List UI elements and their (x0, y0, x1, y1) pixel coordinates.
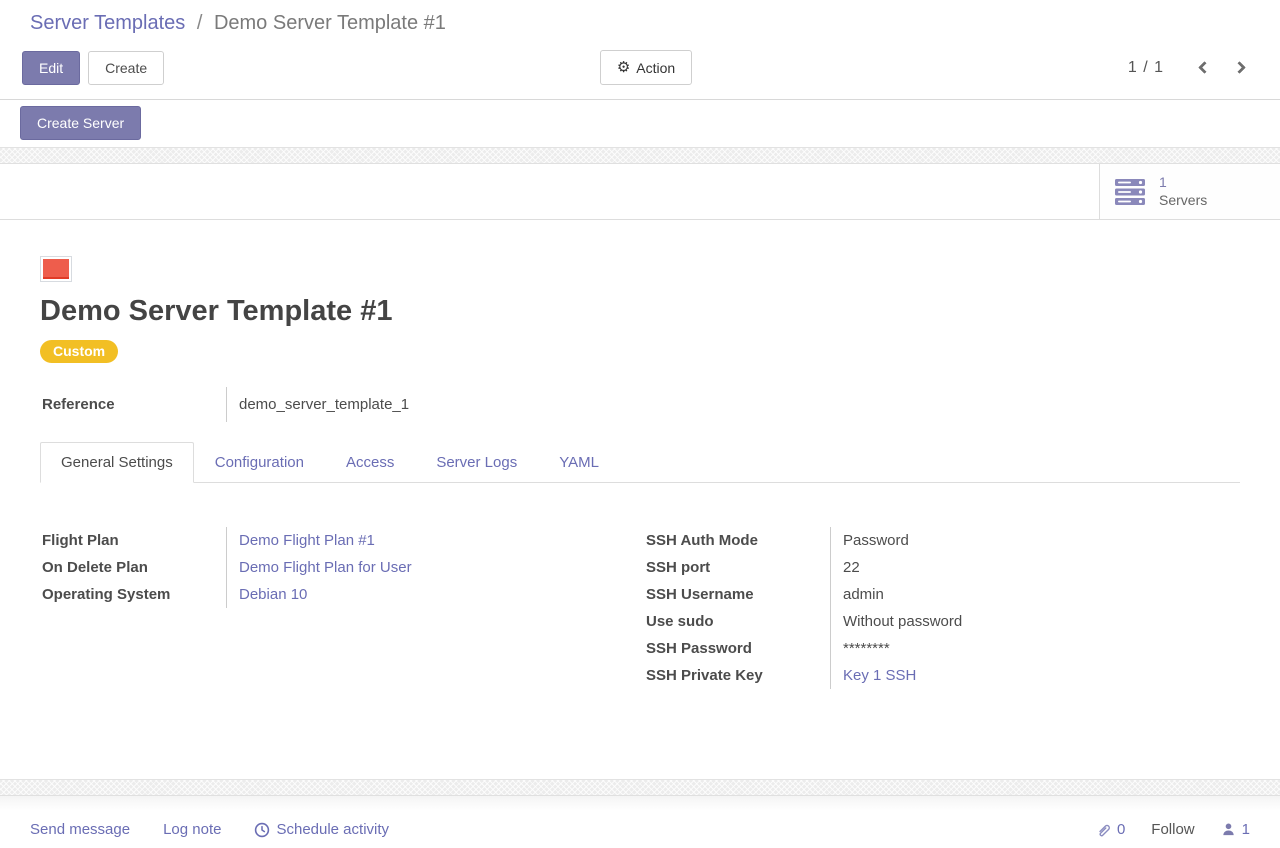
servers-label: Servers (1159, 192, 1207, 210)
ssh-password-value: ******** (830, 635, 1240, 662)
pager: 1 / 1 (1128, 54, 1250, 81)
ssh-auth-mode-value: Password (830, 527, 1240, 554)
sheet-body: Demo Server Template #1 Custom Reference… (0, 256, 1280, 689)
send-message-button[interactable]: Send message (30, 821, 130, 838)
ssh-private-key-label: SSH Private Key (644, 662, 830, 689)
form-sheet: 1 Servers Demo Server Template #1 Custom… (0, 164, 1280, 779)
hatched-divider-top (0, 147, 1280, 164)
paperclip-icon (1096, 822, 1111, 838)
ssh-password-label: SSH Password (644, 635, 830, 662)
pager-next-button[interactable] (1229, 54, 1250, 81)
pager-previous-button[interactable] (1194, 54, 1215, 81)
flight-plan-label: Flight Plan (40, 527, 226, 554)
breadcrumb-current: Demo Server Template #1 (214, 12, 446, 34)
chatter-meta: 0 Follow 1 (1096, 821, 1250, 838)
tab-access[interactable]: Access (325, 442, 415, 482)
clock-icon (254, 822, 270, 838)
gear-icon: ⚙ (617, 60, 630, 75)
stat-button-row: 1 Servers (0, 164, 1280, 220)
followers-count: 1 (1242, 821, 1250, 838)
operating-system-value: Debian 10 (226, 581, 640, 608)
ssh-private-key-value: Key 1 SSH (830, 662, 1240, 689)
reference-field-group: Reference demo_server_template_1 (40, 387, 600, 422)
breadcrumb: Server Templates / Demo Server Template … (0, 12, 1280, 35)
chevron-right-icon (1233, 61, 1246, 74)
ssh-auth-mode-label: SSH Auth Mode (644, 527, 830, 554)
general-settings-panel: Flight Plan Demo Flight Plan #1 On Delet… (40, 527, 1240, 689)
toolbar: Edit Create ⚙ Action 1 / 1 (0, 50, 1280, 99)
reference-value: demo_server_template_1 (226, 387, 600, 422)
tab-server-logs[interactable]: Server Logs (415, 442, 538, 482)
field-group-right: SSH Auth Mode Password SSH port 22 SSH U… (640, 527, 1240, 689)
toolbar-center: ⚙ Action (164, 50, 1128, 85)
operating-system-link[interactable]: Debian 10 (239, 586, 307, 603)
ssh-port-value: 22 (830, 554, 1240, 581)
ssh-username-value: admin (830, 581, 1240, 608)
use-sudo-value: Without password (830, 608, 1240, 635)
operating-system-label: Operating System (40, 581, 226, 608)
tab-configuration[interactable]: Configuration (194, 442, 325, 482)
ssh-port-label: SSH port (644, 554, 830, 581)
on-delete-plan-value: Demo Flight Plan for User (226, 554, 640, 581)
chevron-left-icon (1198, 61, 1211, 74)
on-delete-plan-label: On Delete Plan (40, 554, 226, 581)
server-icon (1114, 178, 1148, 206)
hatched-divider-bottom (0, 779, 1280, 796)
servers-count: 1 (1159, 174, 1207, 192)
pager-counter: 1 / 1 (1128, 59, 1164, 77)
flight-plan-link[interactable]: Demo Flight Plan #1 (239, 532, 375, 549)
breadcrumb-parent-link[interactable]: Server Templates (30, 12, 185, 34)
record-title: Demo Server Template #1 (40, 295, 1240, 328)
chatter: Send message Log note Schedule activity … (0, 796, 1280, 848)
schedule-activity-label: Schedule activity (276, 821, 389, 838)
tab-yaml[interactable]: YAML (538, 442, 620, 482)
stat-text: 1 Servers (1159, 174, 1207, 209)
use-sudo-label: Use sudo (644, 608, 830, 635)
notebook-tabs: General Settings Configuration Access Se… (40, 442, 1240, 483)
on-delete-plan-link[interactable]: Demo Flight Plan for User (239, 559, 412, 576)
log-note-button[interactable]: Log note (163, 821, 221, 838)
create-button[interactable]: Create (88, 51, 164, 85)
control-panel: Server Templates / Demo Server Template … (0, 0, 1280, 100)
schedule-activity-button[interactable]: Schedule activity (254, 821, 389, 838)
ssh-username-label: SSH Username (644, 581, 830, 608)
custom-badge: Custom (40, 340, 118, 363)
action-button[interactable]: ⚙ Action (600, 50, 692, 85)
record-action-bar: Create Server (0, 100, 1280, 147)
breadcrumb-separator: / (197, 12, 203, 34)
tab-general-settings[interactable]: General Settings (40, 442, 194, 483)
record-image-fill (43, 259, 69, 279)
follow-button[interactable]: Follow (1151, 821, 1194, 838)
ssh-private-key-link[interactable]: Key 1 SSH (843, 667, 916, 684)
reference-label: Reference (40, 387, 226, 422)
create-server-button[interactable]: Create Server (20, 106, 141, 140)
attachments-count: 0 (1117, 821, 1125, 838)
field-group-left: Flight Plan Demo Flight Plan #1 On Delet… (40, 527, 640, 689)
record-image (40, 256, 72, 282)
edit-button[interactable]: Edit (22, 51, 80, 85)
toolbar-left: Edit Create (22, 51, 164, 85)
attachments-button[interactable]: 0 (1096, 821, 1125, 838)
action-button-label: Action (636, 61, 675, 75)
chatter-actions: Send message Log note Schedule activity (30, 821, 389, 838)
servers-stat-button[interactable]: 1 Servers (1099, 164, 1280, 219)
person-icon (1221, 822, 1236, 837)
flight-plan-value: Demo Flight Plan #1 (226, 527, 640, 554)
followers-button[interactable]: 1 (1221, 821, 1250, 838)
